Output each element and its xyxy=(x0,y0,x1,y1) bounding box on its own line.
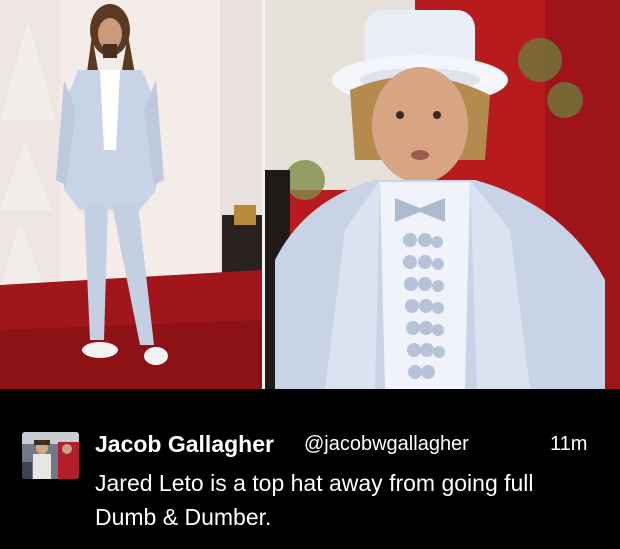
tweet-text: Jared Leto is a top hat away from going … xyxy=(95,470,534,530)
movie-still-photo xyxy=(265,0,620,389)
avatar[interactable] xyxy=(22,432,79,479)
red-carpet-photo xyxy=(0,0,262,389)
display-name[interactable]: Jacob Gallagher xyxy=(95,431,274,458)
tweet-screenshot: Jacob Gallagher @jacobwgallagher 11m Jar… xyxy=(0,0,620,549)
timestamp: 11m xyxy=(550,433,588,455)
user-handle[interactable]: @jacobwgallagher xyxy=(304,433,469,456)
